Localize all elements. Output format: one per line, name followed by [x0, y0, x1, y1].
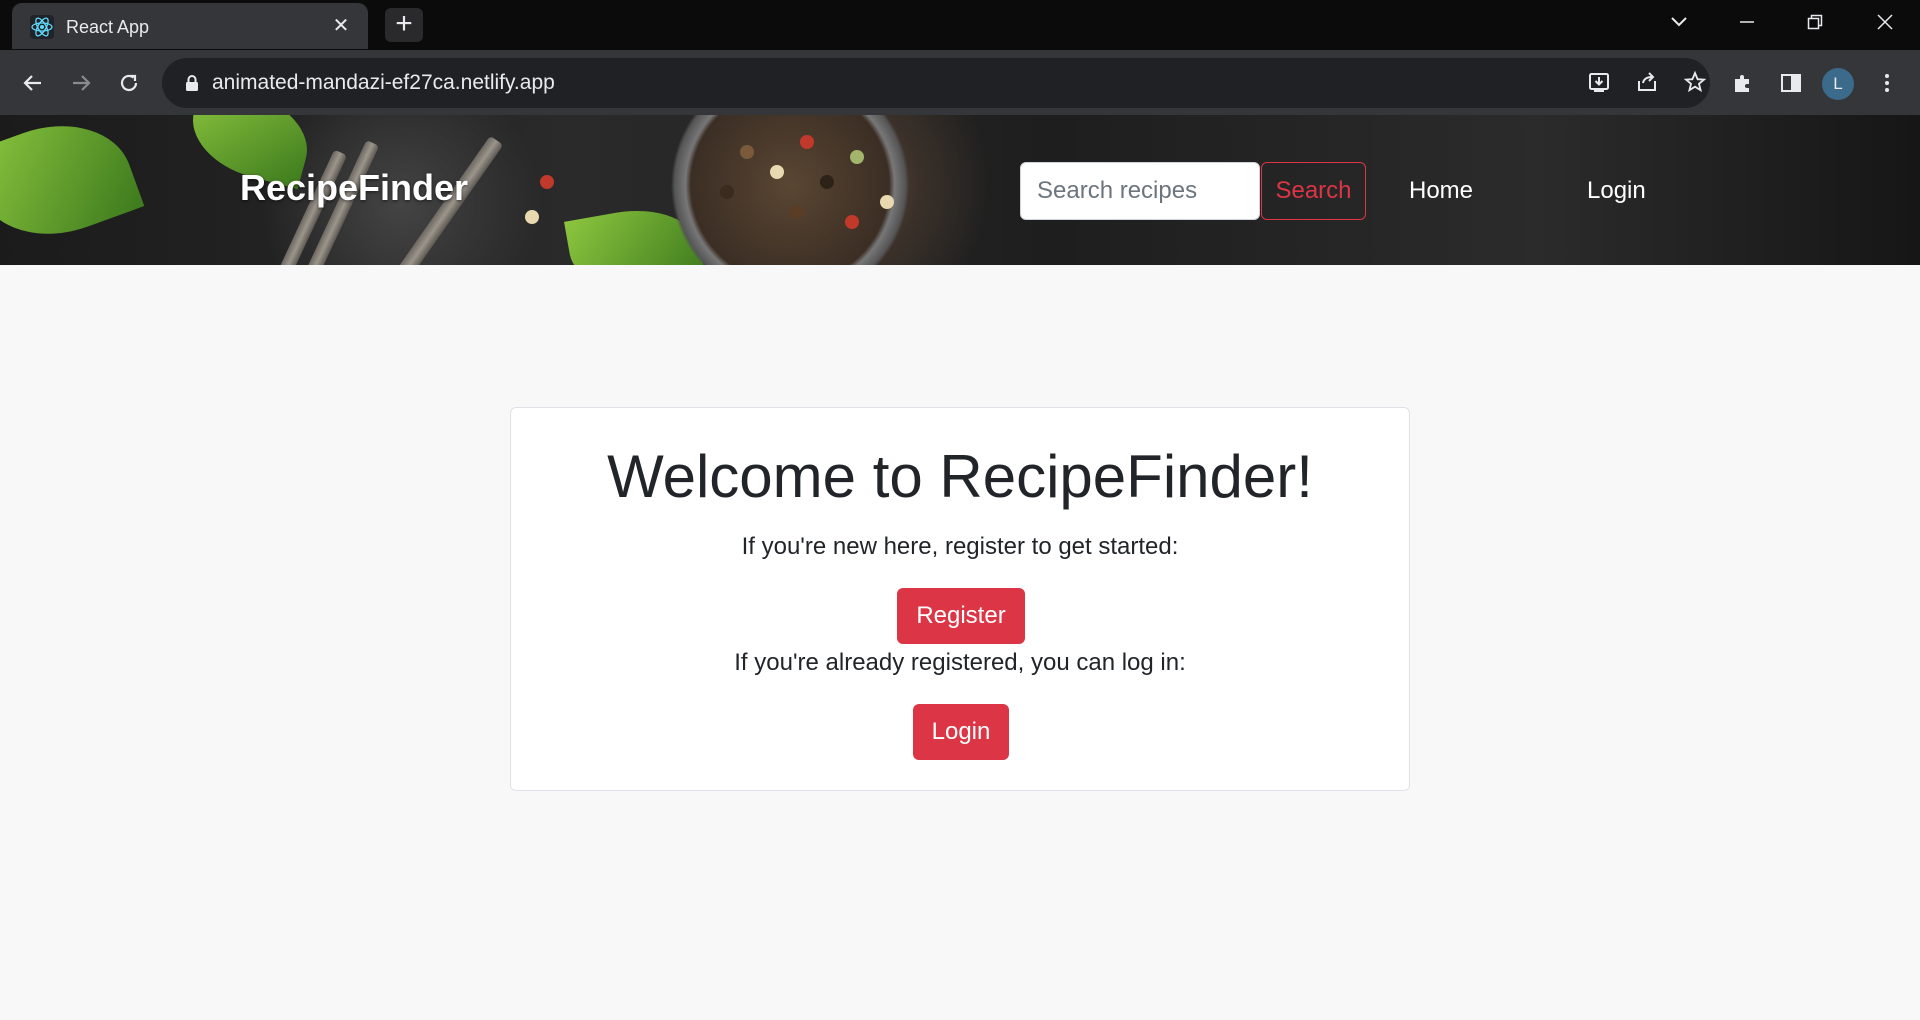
pepper-bowl-decoration	[640, 115, 940, 265]
peppercorn-decoration	[740, 145, 754, 159]
login-button[interactable]: Login	[913, 704, 1009, 760]
site-header: RecipeFinder Search Home Login	[0, 115, 1920, 265]
restore-icon[interactable]	[1782, 0, 1848, 44]
minimize-icon[interactable]	[1714, 0, 1780, 44]
peppercorn-decoration	[720, 185, 734, 199]
browser-tab[interactable]: React App ✕	[12, 3, 368, 49]
peppercorn-decoration	[850, 150, 864, 164]
peppercorn-decoration	[845, 215, 859, 229]
peppercorn-decoration	[820, 175, 834, 189]
peppercorn-decoration	[790, 205, 804, 219]
window-close-icon[interactable]	[1852, 0, 1918, 44]
register-prompt: If you're new here, register to get star…	[741, 533, 1179, 560]
search-button[interactable]: Search	[1261, 162, 1366, 220]
lock-icon[interactable]	[182, 73, 202, 93]
register-button[interactable]: Register	[897, 588, 1025, 644]
install-icon[interactable]	[1586, 70, 1612, 96]
basil-leaf-decoration	[0, 115, 145, 258]
welcome-card: Welcome to RecipeFinder! If you're new h…	[510, 407, 1410, 791]
nav-link-login[interactable]: Login	[1587, 177, 1646, 205]
url-text[interactable]: animated-mandazi-ef27ca.netlify.app	[212, 71, 555, 95]
browser-tab-strip: React App ✕ +	[0, 0, 1920, 50]
forward-icon[interactable]	[62, 64, 100, 102]
sidepanel-icon[interactable]	[1772, 64, 1810, 102]
share-icon[interactable]	[1634, 70, 1660, 96]
menu-icon[interactable]	[1868, 64, 1906, 102]
nav-link-home[interactable]: Home	[1409, 177, 1473, 205]
close-icon[interactable]: ✕	[328, 13, 354, 39]
search-input[interactable]	[1020, 162, 1260, 220]
peppercorn-decoration	[880, 195, 894, 209]
profile-avatar[interactable]: L	[1822, 68, 1854, 100]
login-prompt: If you're already registered, you can lo…	[734, 649, 1186, 676]
reload-icon[interactable]	[110, 64, 148, 102]
peppercorn-decoration	[525, 210, 539, 224]
site-brand[interactable]: RecipeFinder	[240, 167, 468, 209]
tab-title: React App	[66, 17, 150, 37]
peppercorn-decoration	[770, 165, 784, 179]
back-icon[interactable]	[14, 64, 52, 102]
extensions-icon[interactable]	[1724, 64, 1762, 102]
react-icon	[30, 15, 54, 39]
peppercorn-decoration	[800, 135, 814, 149]
browser-toolbar: animated-mandazi-ef27ca.netlify.app L	[0, 50, 1920, 115]
address-bar[interactable]: animated-mandazi-ef27ca.netlify.app	[162, 58, 1710, 108]
tab-search-chevron-icon[interactable]	[1646, 0, 1712, 44]
peppercorn-decoration	[540, 175, 554, 189]
star-icon[interactable]	[1682, 70, 1708, 96]
welcome-title: Welcome to RecipeFinder!	[607, 443, 1313, 510]
new-tab-button[interactable]: +	[385, 8, 423, 42]
